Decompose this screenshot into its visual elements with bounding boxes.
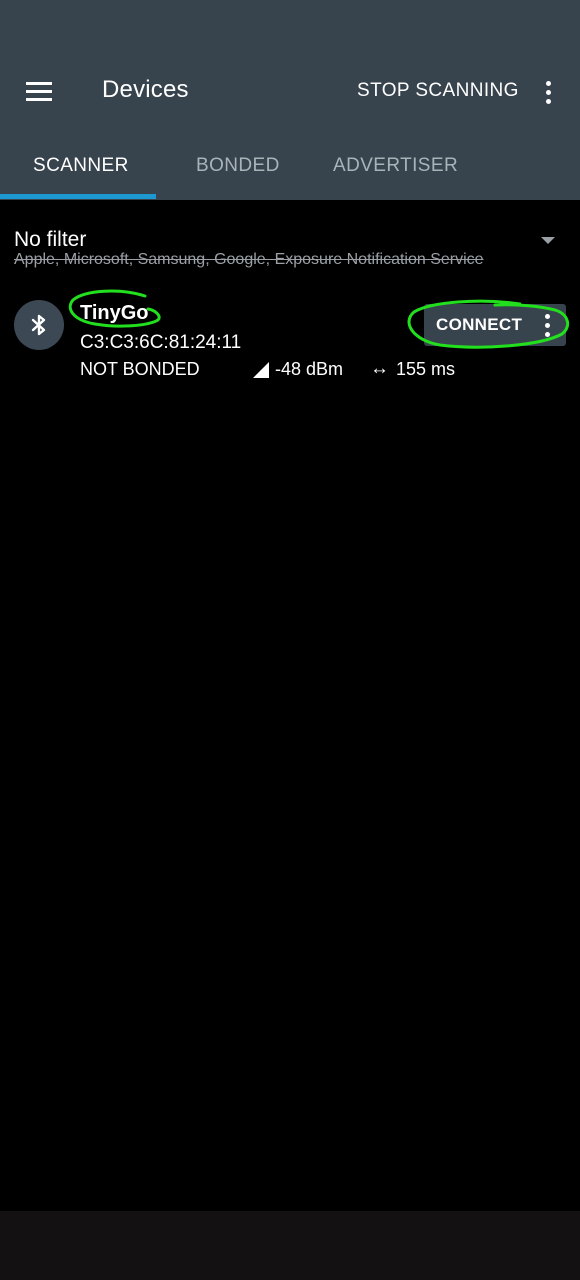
filter-subtitle: Apple, Microsoft, Samsung, Google, Expos… [14, 251, 484, 268]
connect-button[interactable]: CONNECT [424, 304, 566, 346]
stop-scanning-button[interactable]: STOP SCANNING [357, 80, 519, 102]
interval-arrows-icon: ↔ [370, 358, 389, 379]
connect-label: CONNECT [436, 315, 523, 334]
bond-status: NOT BONDED [80, 359, 200, 379]
hamburger-menu-icon[interactable] [24, 80, 54, 104]
device-overflow-menu-icon[interactable] [538, 310, 558, 340]
active-tab-indicator [0, 194, 156, 199]
signal-strength-icon [253, 362, 269, 378]
app-bar: Devices STOP SCANNING SCANNER BONDED ADV… [0, 0, 580, 200]
system-navigation-bar [0, 1211, 580, 1280]
filter-title: No filter [14, 228, 87, 251]
tab-bonded[interactable]: BONDED [196, 155, 280, 177]
device-list-item[interactable]: TinyGo C3:C3:6C:81:24:11 NOT BONDED -48 … [0, 290, 580, 390]
rssi-value: -48 dBm [275, 359, 344, 379]
device-address: C3:C3:6C:81:24:11 [80, 332, 242, 353]
device-name: TinyGo [80, 302, 149, 324]
tab-advertiser[interactable]: ADVERTISER [333, 155, 458, 177]
page-title: Devices [102, 76, 189, 103]
tab-scanner[interactable]: SCANNER [33, 155, 129, 177]
bluetooth-icon [14, 300, 64, 350]
dropdown-arrow-icon [541, 237, 555, 244]
overflow-menu-icon[interactable] [538, 78, 560, 108]
advertising-interval: 155 ms [396, 359, 456, 379]
tab-bar: SCANNER BONDED ADVERTISER [0, 140, 580, 200]
filter-dropdown[interactable]: No filter Apple, Microsoft, Samsung, Goo… [0, 200, 580, 280]
